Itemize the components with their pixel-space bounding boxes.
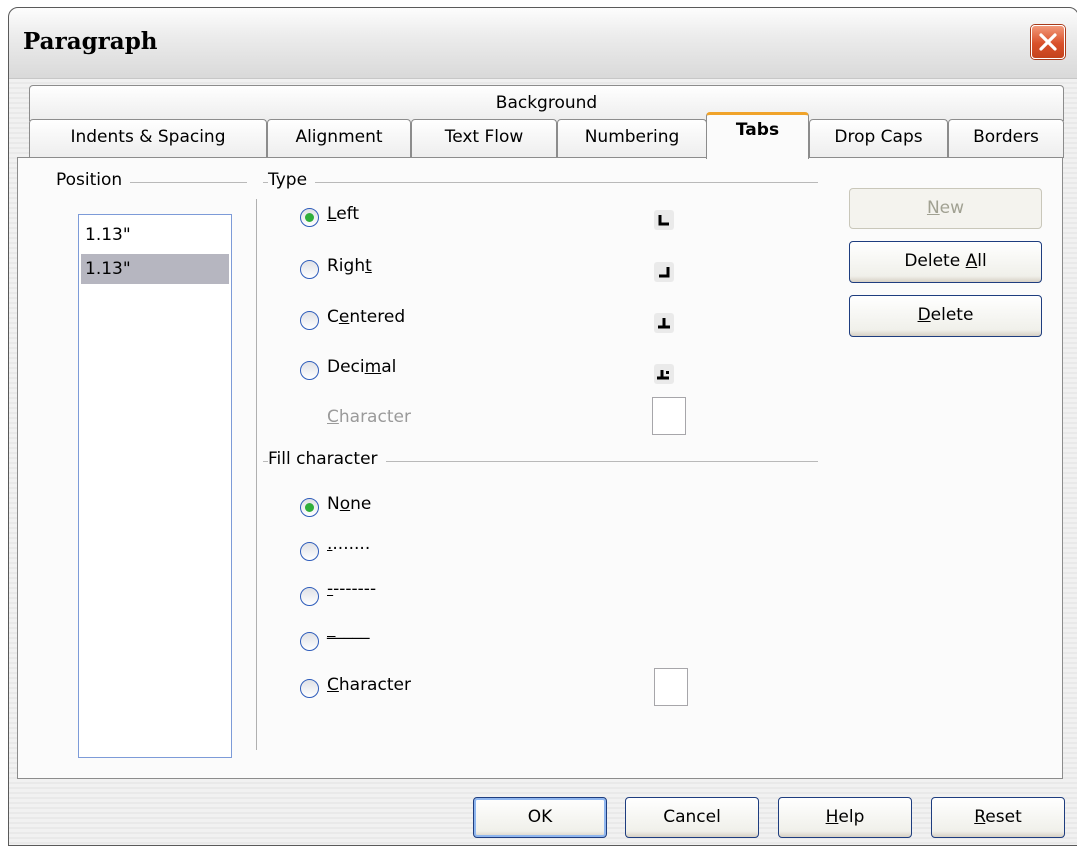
- tab-label: Tabs: [735, 120, 780, 140]
- tab-text-flow[interactable]: Text Flow: [411, 119, 557, 158]
- left-tab-icon: [654, 210, 674, 230]
- type-right-radio[interactable]: [300, 260, 319, 279]
- tab-drop-caps[interactable]: Drop Caps: [809, 119, 948, 158]
- tab-label: Indents & Spacing: [70, 127, 226, 147]
- fill-character-input[interactable]: [654, 668, 688, 706]
- tab-area: Background Indents & Spacing Alignment T…: [9, 79, 1077, 845]
- close-button[interactable]: [1031, 25, 1065, 59]
- delete-button[interactable]: Delete: [849, 295, 1042, 337]
- cancel-button[interactable]: Cancel: [625, 797, 759, 838]
- list-item[interactable]: 1.13": [81, 254, 229, 284]
- fill-dots-radio[interactable]: [300, 542, 319, 561]
- tab-alignment[interactable]: Alignment: [267, 119, 411, 158]
- position-label: Position: [56, 170, 131, 190]
- tab-indents-spacing[interactable]: Indents & Spacing: [29, 119, 267, 158]
- tab-label: Text Flow: [444, 127, 524, 147]
- tab-numbering[interactable]: Numbering: [557, 119, 707, 158]
- dialog-title: Paragraph: [23, 28, 158, 55]
- type-decimal-label[interactable]: Decimal: [327, 357, 396, 377]
- type-left-radio[interactable]: [300, 208, 319, 227]
- tabs-page: Position 1.13" 1.13" Type Left Right Cen…: [17, 157, 1063, 779]
- new-button[interactable]: New: [849, 188, 1042, 229]
- type-centered-radio[interactable]: [300, 311, 319, 330]
- tab-label: Drop Caps: [834, 127, 923, 147]
- fill-dashes-radio[interactable]: [300, 587, 319, 606]
- ok-button[interactable]: OK: [473, 797, 607, 838]
- paragraph-dialog: Paragraph Background Indents & Spacing A…: [8, 7, 1077, 846]
- decimal-tab-icon: [654, 364, 674, 384]
- position-list[interactable]: 1.13" 1.13": [78, 214, 232, 758]
- title-bar[interactable]: Paragraph: [9, 8, 1077, 79]
- tab-label: Background: [495, 93, 598, 113]
- fill-none-radio[interactable]: [300, 498, 319, 517]
- type-label: Type: [268, 170, 316, 190]
- fill-dashes-label[interactable]: --------: [327, 579, 376, 599]
- tab-label: Borders: [973, 127, 1039, 147]
- delete-all-button[interactable]: Delete All: [849, 241, 1042, 283]
- type-centered-label[interactable]: Centered: [327, 307, 405, 327]
- position-input[interactable]: 1.13": [81, 220, 229, 250]
- tab-borders[interactable]: Borders: [948, 119, 1064, 158]
- type-right-label[interactable]: Right: [327, 256, 372, 276]
- fill-none-label[interactable]: None: [327, 494, 371, 514]
- right-tab-icon: [654, 262, 674, 282]
- tab-label: Alignment: [295, 127, 383, 147]
- type-character-label: Character: [327, 407, 411, 427]
- vertical-separator: [256, 199, 257, 750]
- fill-character-label: Fill character: [268, 449, 386, 469]
- centered-tab-icon: [654, 313, 674, 333]
- help-button[interactable]: Help: [778, 797, 912, 838]
- type-separator: [263, 182, 818, 183]
- type-left-label[interactable]: Left: [327, 204, 359, 224]
- tab-tabs[interactable]: Tabs: [706, 112, 809, 159]
- fill-underscore-label[interactable]: _____: [327, 620, 370, 640]
- type-decimal-radio[interactable]: [300, 361, 319, 380]
- fill-underscore-radio[interactable]: [300, 632, 319, 651]
- fill-dots-label[interactable]: ........: [327, 534, 370, 554]
- close-icon: [1039, 33, 1057, 51]
- tab-background[interactable]: Background: [29, 85, 1064, 121]
- type-character-input[interactable]: [652, 397, 686, 435]
- tab-label: Numbering: [584, 127, 680, 147]
- fill-character-radio[interactable]: [300, 679, 319, 698]
- reset-button[interactable]: Reset: [931, 797, 1065, 838]
- fill-character-option-label[interactable]: Character: [327, 675, 411, 695]
